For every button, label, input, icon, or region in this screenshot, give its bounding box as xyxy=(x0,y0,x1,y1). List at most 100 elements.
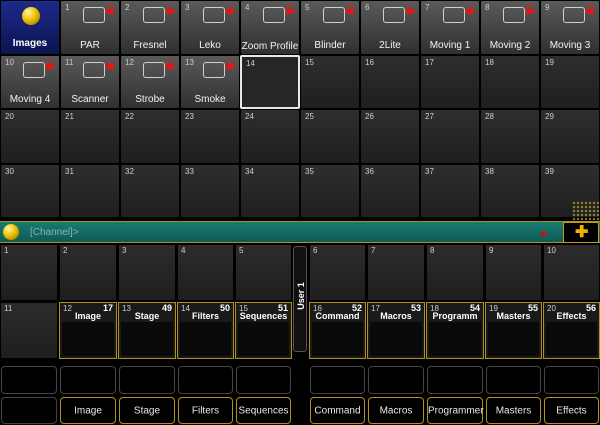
view-slot[interactable]: 4 xyxy=(177,244,234,301)
lock-icon xyxy=(106,5,114,14)
user-1-tab[interactable]: User 1 xyxy=(293,246,307,352)
view-slot[interactable]: 2 xyxy=(59,244,117,301)
view-button-empty[interactable] xyxy=(60,366,116,394)
view-slot-number: 2 xyxy=(63,246,68,255)
image-pool-cell[interactable]: 20 xyxy=(0,109,60,164)
view-button-empty[interactable] xyxy=(178,366,233,394)
image-pool-cell[interactable]: 18 xyxy=(480,54,540,109)
view-button-empty[interactable] xyxy=(368,366,424,394)
image-pool-cell[interactable]: 8 Moving 2 xyxy=(480,0,540,55)
image-pool-cell[interactable]: 22 xyxy=(120,109,180,164)
image-pool-cell[interactable]: 4 Zoom Profile xyxy=(240,0,300,55)
pool-cell-number: 34 xyxy=(245,166,254,176)
view-button-empty[interactable] xyxy=(544,366,599,394)
image-pool-cell[interactable]: 25 xyxy=(300,109,360,164)
view-slot[interactable]: 9 xyxy=(485,244,542,301)
image-pool-cell[interactable]: 35 xyxy=(300,163,360,218)
pool-cell-label: Moving 2 xyxy=(489,39,531,51)
images-pool-title[interactable]: Images xyxy=(0,0,60,55)
view-button[interactable]: 16 52 Command xyxy=(309,302,366,359)
add-button[interactable]: ✚ xyxy=(563,222,599,243)
view-recall-button[interactable]: Masters xyxy=(486,397,541,424)
view-recall-button[interactable]: Filters xyxy=(178,397,233,424)
pool-cell-number: 16 xyxy=(365,57,374,67)
image-pool-cell[interactable]: 21 xyxy=(60,109,120,164)
image-pool-cell[interactable]: 14 xyxy=(240,54,300,109)
view-recall-button[interactable]: Macros xyxy=(368,397,424,424)
pool-cell-number: 11 xyxy=(65,57,74,67)
view-button[interactable]: 15 51 Sequences xyxy=(235,302,292,359)
command-line-prompt[interactable]: [Channel]> xyxy=(30,227,79,238)
image-pool-cell[interactable]: 29 xyxy=(540,109,600,164)
image-pool-cell[interactable]: 19 xyxy=(540,54,600,109)
image-pool-cell[interactable]: 30 xyxy=(0,163,60,218)
view-button[interactable]: 19 55 Masters xyxy=(485,302,542,359)
view-slot[interactable]: 5 xyxy=(235,244,292,301)
view-slot-number: 8 xyxy=(430,246,435,255)
image-pool-cell[interactable]: 28 xyxy=(480,109,540,164)
ma-logo-icon xyxy=(3,224,19,240)
image-pool-cell[interactable]: 6 2Lite xyxy=(360,0,420,55)
view-button[interactable]: 20 56 Effects xyxy=(543,302,600,359)
fixture-icon xyxy=(563,7,585,23)
image-pool-cell[interactable]: 37 xyxy=(420,163,480,218)
view-recall-button[interactable]: Programmer xyxy=(427,397,484,424)
view-slot[interactable]: 10 xyxy=(543,244,600,301)
view-thumbnail xyxy=(429,322,481,356)
image-pool-cell[interactable]: 34 xyxy=(240,163,300,218)
image-pool-cell[interactable]: 3 Leko xyxy=(180,0,240,55)
image-pool-cell[interactable]: 31 xyxy=(60,163,120,218)
image-pool-cell[interactable]: 11 Scanner xyxy=(60,54,120,109)
image-pool-cell[interactable]: 36 xyxy=(360,163,420,218)
user-1-label: User 1 xyxy=(296,282,306,310)
view-button-empty[interactable] xyxy=(427,366,483,394)
image-pool-cell[interactable]: 5 Blinder xyxy=(300,0,360,55)
view-slot-number: 4 xyxy=(181,246,186,255)
image-pool-cell[interactable]: 26 xyxy=(360,109,420,164)
view-slot[interactable]: 7 xyxy=(367,244,425,301)
image-pool-cell[interactable]: 27 xyxy=(420,109,480,164)
view-button-empty[interactable] xyxy=(236,366,291,394)
view-button-empty[interactable] xyxy=(310,366,365,394)
image-pool-cell[interactable]: 13 Smoke xyxy=(180,54,240,109)
view-thumbnail xyxy=(121,322,173,356)
view-thumbnail xyxy=(238,322,289,356)
view-button-empty[interactable] xyxy=(486,366,541,394)
image-pool-cell[interactable]: 16 xyxy=(360,54,420,109)
image-pool-cell[interactable]: 23 xyxy=(180,109,240,164)
image-pool-cell[interactable]: 24 xyxy=(240,109,300,164)
view-recall-button[interactable]: Sequences xyxy=(236,397,291,424)
image-pool-cell[interactable]: 7 Moving 1 xyxy=(420,0,480,55)
image-pool-cell[interactable]: 38 xyxy=(480,163,540,218)
view-recall-button[interactable]: Effects xyxy=(544,397,599,424)
image-pool-cell[interactable]: 9 Moving 3 xyxy=(540,0,600,55)
view-button-empty[interactable] xyxy=(119,366,175,394)
image-pool-cell[interactable]: 10 Moving 4 xyxy=(0,54,60,109)
image-pool-cell[interactable]: 32 xyxy=(120,163,180,218)
view-recall-button[interactable] xyxy=(1,397,57,424)
image-pool-cell[interactable]: 12 Strobe xyxy=(120,54,180,109)
image-pool-cell[interactable]: 15 xyxy=(300,54,360,109)
view-slot[interactable]: 6 xyxy=(309,244,366,301)
command-line-bar[interactable]: [Channel]> ♥ xyxy=(0,221,600,243)
lock-icon xyxy=(586,5,594,14)
view-button[interactable]: 13 49 Stage xyxy=(118,302,176,359)
view-button-empty[interactable] xyxy=(1,366,57,394)
view-slot[interactable]: 3 xyxy=(118,244,176,301)
image-pool-cell[interactable]: 1 PAR xyxy=(60,0,120,55)
view-button[interactable]: 11 xyxy=(0,302,58,359)
view-slot[interactable]: 1 xyxy=(0,244,58,301)
view-recall-button[interactable]: Stage xyxy=(119,397,175,424)
image-pool-cell[interactable]: 17 xyxy=(420,54,480,109)
view-recall-button[interactable]: Image xyxy=(60,397,116,424)
view-recall-button[interactable]: Command xyxy=(310,397,365,424)
view-button[interactable]: 17 53 Macros xyxy=(367,302,425,359)
view-button[interactable]: 12 17 Image xyxy=(59,302,117,359)
view-button[interactable]: 18 54 Programm xyxy=(426,302,484,359)
view-button[interactable]: 14 50 Filters xyxy=(177,302,234,359)
view-recall-label: Filters xyxy=(191,405,220,416)
view-slot[interactable]: 8 xyxy=(426,244,484,301)
view-slot-number: 7 xyxy=(371,246,376,255)
image-pool-cell[interactable]: 33 xyxy=(180,163,240,218)
image-pool-cell[interactable]: 2 Fresnel xyxy=(120,0,180,55)
